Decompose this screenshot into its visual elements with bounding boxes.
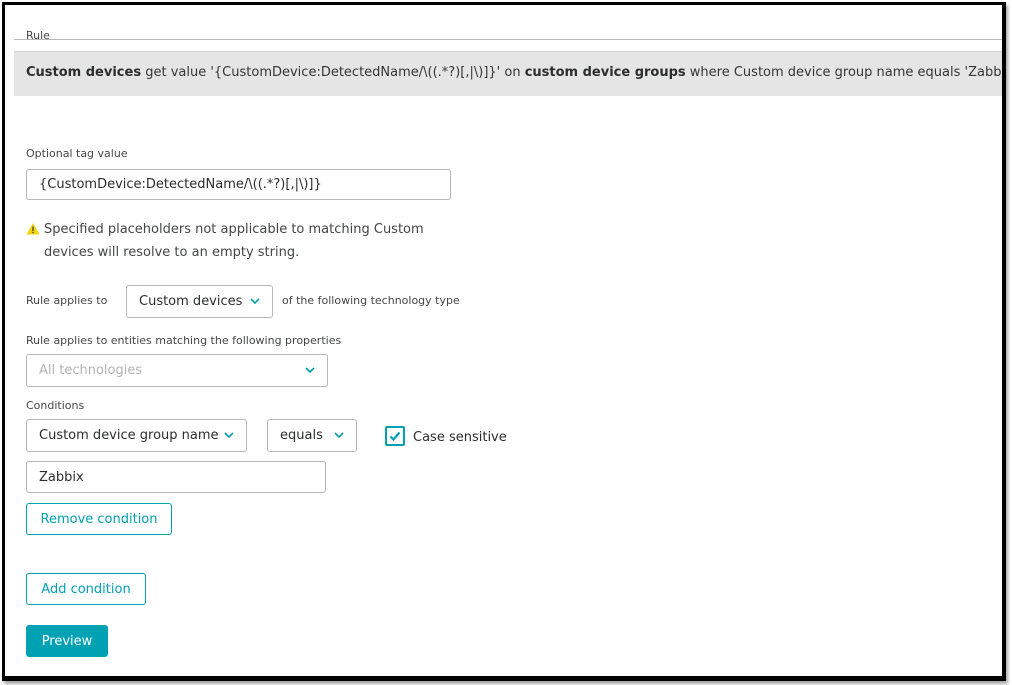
condition-property-select[interactable]: Custom device group name <box>26 419 247 452</box>
tag-value-input[interactable]: {CustomDevice:DetectedName/\((.*?)[,|\)]… <box>26 169 451 200</box>
chevron-down-icon <box>305 366 315 373</box>
preview-button[interactable]: Preview <box>26 625 108 657</box>
warning-text: Specified placeholders not applicable to… <box>44 222 424 260</box>
entity-type-select[interactable]: Custom devices <box>126 285 273 318</box>
chevron-down-icon <box>334 431 344 438</box>
technologies-select[interactable]: All technologies <box>26 354 328 387</box>
summary-text: where <box>685 65 734 80</box>
condition-value-input[interactable]: Zabbix <box>26 461 326 493</box>
condition-operator-select[interactable]: equals <box>267 419 357 452</box>
remove-condition-button[interactable]: Remove condition <box>26 503 172 535</box>
case-sensitive-label: Case sensitive <box>413 430 507 445</box>
chevron-down-icon <box>224 431 234 438</box>
summary-value: {CustomDevice:DetectedName/\((.*?)[,|\)]… <box>213 65 497 80</box>
tag-value-label: Optional tag value <box>26 147 128 160</box>
conditions-label: Conditions <box>26 399 85 412</box>
checkmark-icon <box>389 431 401 442</box>
summary-operator: equals <box>917 65 961 80</box>
summary-text: ' on <box>496 65 525 80</box>
rule-divider <box>14 39 1002 40</box>
summary-condition-value: Zabbix <box>968 65 1006 80</box>
summary-group-entity: custom device groups <box>524 65 686 80</box>
summary-text: get value ' <box>141 65 214 80</box>
chevron-down-icon <box>250 297 260 304</box>
tag-value-text: {CustomDevice:DetectedName/\((.*?)[,|\)]… <box>39 177 322 192</box>
rule-summary-bar: Custom devices get value '{CustomDevice:… <box>14 51 1006 96</box>
case-sensitive-checkbox[interactable] <box>385 426 405 446</box>
condition-operator-value: equals <box>280 428 323 443</box>
rule-editor-panel: Rule Custom devices get value '{CustomDe… <box>2 2 1006 681</box>
summary-text: ' <box>960 65 969 80</box>
applies-to-label: Rule applies to <box>26 294 108 307</box>
summary-entity: Custom devices <box>26 65 142 80</box>
summary-property: Custom device group name <box>733 65 914 80</box>
entities-matching-label: Rule applies to entities matching the fo… <box>26 334 342 347</box>
condition-property-value: Custom device group name <box>39 428 219 443</box>
rule-section-label: Rule <box>26 29 50 42</box>
entity-type-value: Custom devices <box>139 294 243 309</box>
condition-value-text: Zabbix <box>39 469 84 485</box>
add-condition-button[interactable]: Add condition <box>26 573 146 605</box>
warning-icon <box>26 223 40 235</box>
technologies-placeholder: All technologies <box>39 363 143 378</box>
technology-type-suffix: of the following technology type <box>282 294 460 307</box>
